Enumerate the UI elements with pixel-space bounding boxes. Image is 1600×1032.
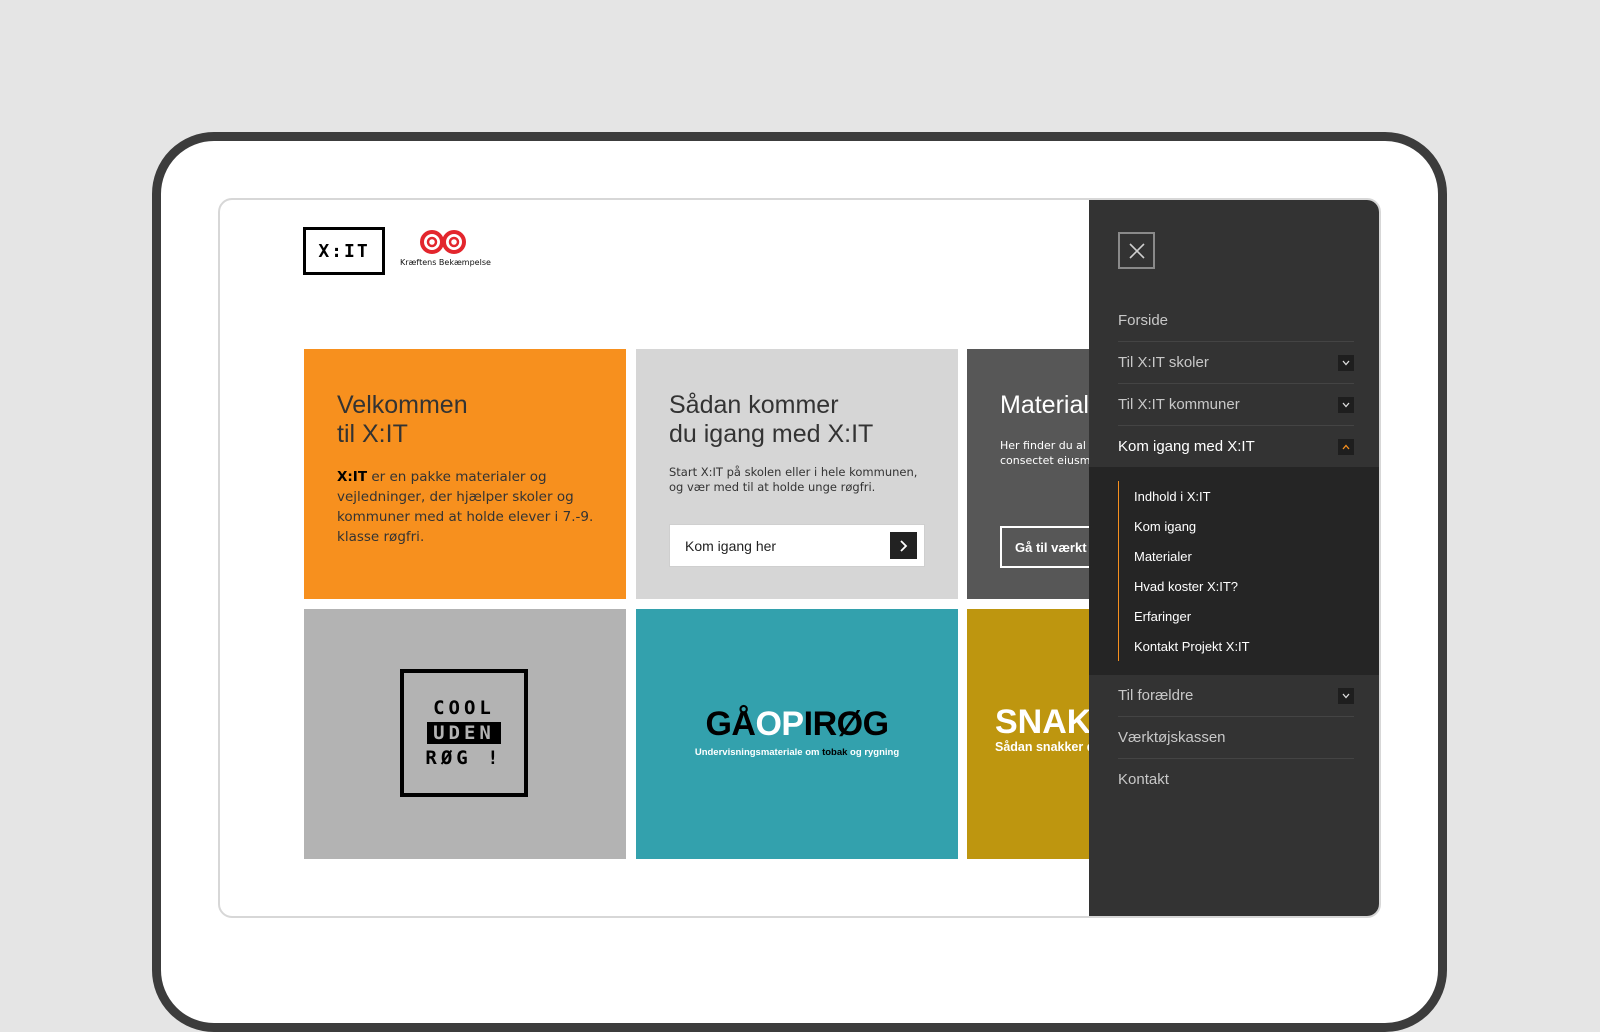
getting-started-body: Start X:IT på skolen eller i hele kommun… bbox=[669, 465, 918, 494]
nav-drawer: Forside Til X:IT skoler Til X:IT kommune… bbox=[1089, 200, 1379, 916]
gaa-op-i-roeg-tile[interactable]: GÅOPIRØG Undervisningsmateriale om tobak… bbox=[636, 609, 958, 859]
materials-title: Material bbox=[1000, 391, 1089, 419]
gaa-sub4: rygning bbox=[864, 747, 900, 758]
gaa-sub3: og bbox=[847, 747, 865, 758]
kb-infinity-icon bbox=[420, 230, 466, 254]
nav-item-kom-igang[interactable]: Kom igang med X:IT bbox=[1118, 426, 1354, 467]
nav-label-kontakt: Kontakt bbox=[1118, 771, 1169, 788]
nav-label-kom-igang: Kom igang med X:IT bbox=[1118, 438, 1255, 455]
gaa-part3: I bbox=[803, 705, 813, 743]
gaa-op-i-roeg-logo: GÅOPIRØG bbox=[636, 705, 958, 744]
nav-label-forside: Forside bbox=[1118, 312, 1169, 329]
chevron-down-icon[interactable] bbox=[1338, 396, 1354, 413]
submenu-item-indhold[interactable]: Indhold i X:IT bbox=[1134, 481, 1379, 511]
chevron-up-icon[interactable] bbox=[1338, 438, 1354, 455]
submenu-item-pris[interactable]: Hvad koster X:IT? bbox=[1134, 571, 1379, 601]
submenu-item-kom-igang[interactable]: Kom igang bbox=[1134, 511, 1379, 541]
close-menu-button[interactable] bbox=[1118, 232, 1155, 269]
browser-viewport: X:IT Kræftens Bekæmpelse Velkommen til X… bbox=[218, 198, 1381, 918]
getting-started-tile: Sådan kommer du igang med X:IT Start X:I… bbox=[636, 349, 958, 599]
getting-started-title: Sådan kommer du igang med X:IT bbox=[669, 391, 874, 448]
gaa-sub2: tobak bbox=[822, 747, 848, 758]
cool-uden-roeg-tile[interactable]: COOL UDEN RØG ! bbox=[304, 609, 626, 859]
cool-line3: RØG ! bbox=[425, 747, 503, 769]
gaa-part2: OP bbox=[755, 705, 804, 743]
nav-label-foraeldre: Til forældre bbox=[1118, 687, 1194, 704]
nav-item-vaerktoejskassen[interactable]: Værktøjskassen bbox=[1118, 717, 1354, 759]
snak-title: SNAK bbox=[995, 703, 1092, 741]
kraeftens-bekaempelse-logo[interactable]: Kræftens Bekæmpelse bbox=[400, 228, 491, 274]
xit-logo-text: X:IT bbox=[318, 240, 370, 262]
chevron-down-icon[interactable] bbox=[1338, 687, 1354, 704]
welcome-title: Velkommen til X:IT bbox=[337, 391, 468, 448]
nav-item-kommuner[interactable]: Til X:IT kommuner bbox=[1118, 384, 1354, 426]
toolbox-button-label: Gå til værkt bbox=[1015, 539, 1087, 555]
kom-igang-button[interactable]: Kom igang her bbox=[669, 524, 925, 567]
xit-logo[interactable]: X:IT bbox=[303, 227, 385, 275]
cool-line1: COOL bbox=[433, 697, 495, 719]
kom-igang-label: Kom igang her bbox=[685, 537, 777, 554]
submenu-item-kontakt-projekt[interactable]: Kontakt Projekt X:IT bbox=[1134, 631, 1379, 661]
chevron-down-icon[interactable] bbox=[1338, 354, 1354, 371]
cool-line2: UDEN bbox=[427, 722, 501, 744]
nav-label-vaerktoejskassen: Værktøjskassen bbox=[1118, 729, 1226, 746]
nav-item-foraeldre[interactable]: Til forældre bbox=[1118, 675, 1354, 717]
submenu-item-erfaringer[interactable]: Erfaringer bbox=[1134, 601, 1379, 631]
welcome-brand: X:IT bbox=[337, 469, 368, 485]
nav-label-skoler: Til X:IT skoler bbox=[1118, 354, 1209, 371]
gaa-sub1: Undervisningsmateriale om bbox=[694, 747, 823, 758]
nav-item-skoler[interactable]: Til X:IT skoler bbox=[1118, 342, 1354, 384]
chevron-right-icon bbox=[890, 532, 917, 559]
nav-label-kommuner: Til X:IT kommuner bbox=[1118, 396, 1240, 413]
main-nav: Forside Til X:IT skoler Til X:IT kommune… bbox=[1089, 300, 1379, 800]
gaa-subtitle: Undervisningsmateriale om tobak og rygni… bbox=[636, 747, 958, 758]
submenu-list: Indhold i X:IT Kom igang Materialer Hvad… bbox=[1118, 481, 1379, 661]
close-icon bbox=[1128, 242, 1145, 259]
nav-item-kontakt[interactable]: Kontakt bbox=[1118, 759, 1354, 800]
submenu-item-materialer[interactable]: Materialer bbox=[1134, 541, 1379, 571]
gaa-part4: RØG bbox=[812, 705, 889, 743]
nav-item-forside[interactable]: Forside bbox=[1118, 300, 1354, 342]
snak-subtitle: Sådan snakker d bbox=[995, 740, 1095, 754]
kb-logo-text: Kræftens Bekæmpelse bbox=[400, 258, 491, 267]
cool-uden-roeg-logo: COOL UDEN RØG ! bbox=[400, 669, 528, 797]
welcome-body-text: er en pakke materialer og vejledninger, … bbox=[337, 469, 594, 545]
gaa-part1: GÅ bbox=[705, 705, 756, 743]
welcome-tile[interactable]: Velkommen til X:IT X:IT er en pakke mate… bbox=[304, 349, 626, 599]
kom-igang-submenu: Indhold i X:IT Kom igang Materialer Hvad… bbox=[1089, 467, 1379, 675]
welcome-body: X:IT er en pakke materialer og vejlednin… bbox=[337, 467, 597, 547]
